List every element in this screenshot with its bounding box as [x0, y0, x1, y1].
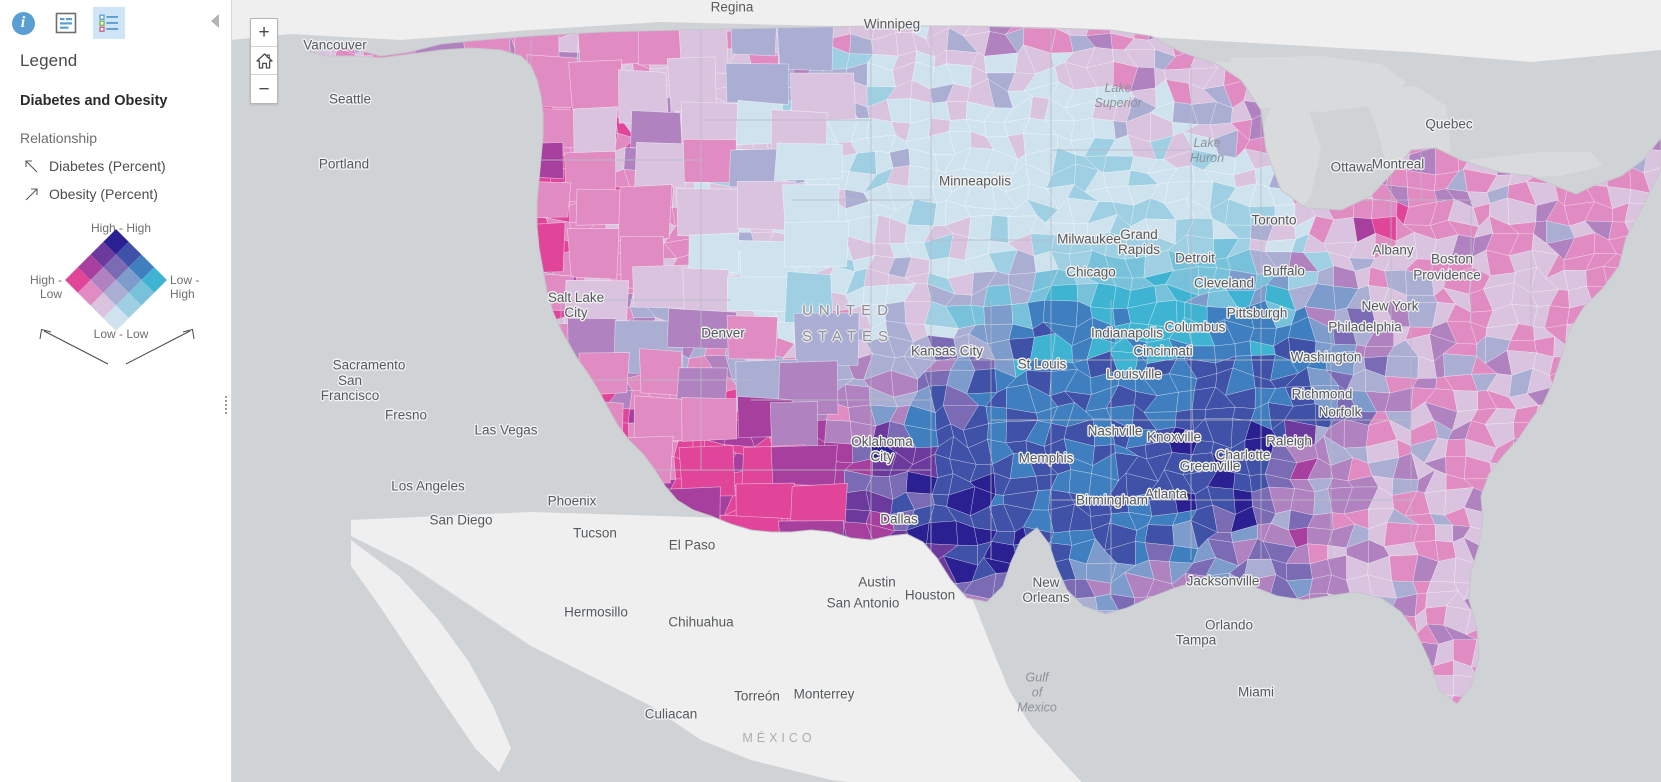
variable-row-obesity: Obesity (Percent) [24, 186, 213, 202]
panel-splitter[interactable] [223, 0, 232, 782]
legend-corner-low-high: Low - High [170, 273, 218, 301]
bivariate-legend: High - High High - Low Low - High Low - … [18, 218, 218, 368]
zoom-out-label: − [258, 78, 270, 100]
legend-button[interactable] [93, 7, 125, 39]
panel-toolbar: i [0, 0, 231, 46]
zoom-out-button[interactable]: − [251, 75, 277, 103]
details-list-icon [55, 12, 77, 34]
variable-label-obesity: Obesity (Percent) [49, 186, 158, 202]
arrow-up-left-icon [25, 159, 38, 172]
variable-row-diabetes: Diabetes (Percent) [24, 158, 213, 174]
map-layers [231, 0, 1661, 782]
splitter-grip-icon [225, 396, 229, 414]
legend-corner-high-low: High - Low [18, 273, 62, 301]
legend-list-icon [99, 14, 118, 32]
legend-corner-low-high-line1: Low - [170, 273, 200, 287]
info-icon: i [11, 11, 35, 35]
panel-body: Legend Diabetes and Obesity Relationship… [0, 51, 231, 368]
map-application: i Legend Diabetes and Obesity Relationsh… [0, 0, 1661, 782]
home-button[interactable] [251, 47, 277, 75]
legend-corner-high-low-line1: High - [29, 273, 62, 287]
arrow-up-right-icon [25, 187, 38, 200]
legend-corner-high-low-line2: Low [39, 287, 62, 302]
variable-label-diabetes: Diabetes (Percent) [49, 158, 166, 174]
bivariate-color-matrix [65, 229, 167, 331]
map-zoom-controls: + − [250, 18, 278, 104]
zoom-in-button[interactable]: + [251, 19, 277, 47]
about-info-button[interactable]: i [7, 7, 39, 39]
legend-axis-arrow-right [125, 328, 195, 365]
legend-corner-low-high-line2: High [170, 287, 195, 302]
layer-title: Diabetes and Obesity [20, 93, 168, 109]
collapse-panel-icon[interactable] [211, 14, 219, 28]
map-canvas[interactable]: + − Regina Winnipeg Vancouver Seattle Portla… [231, 0, 1661, 782]
left-panel: i Legend Diabetes and Obesity Relationsh… [0, 0, 231, 782]
page-title: Legend [20, 51, 78, 70]
home-icon [255, 52, 273, 69]
details-button[interactable] [50, 7, 82, 39]
legend-corner-high-high: High - High [90, 221, 152, 235]
relationship-label: Relationship [20, 130, 98, 146]
legend-axis-arrow-left [39, 328, 109, 365]
zoom-in-label: + [258, 22, 270, 43]
